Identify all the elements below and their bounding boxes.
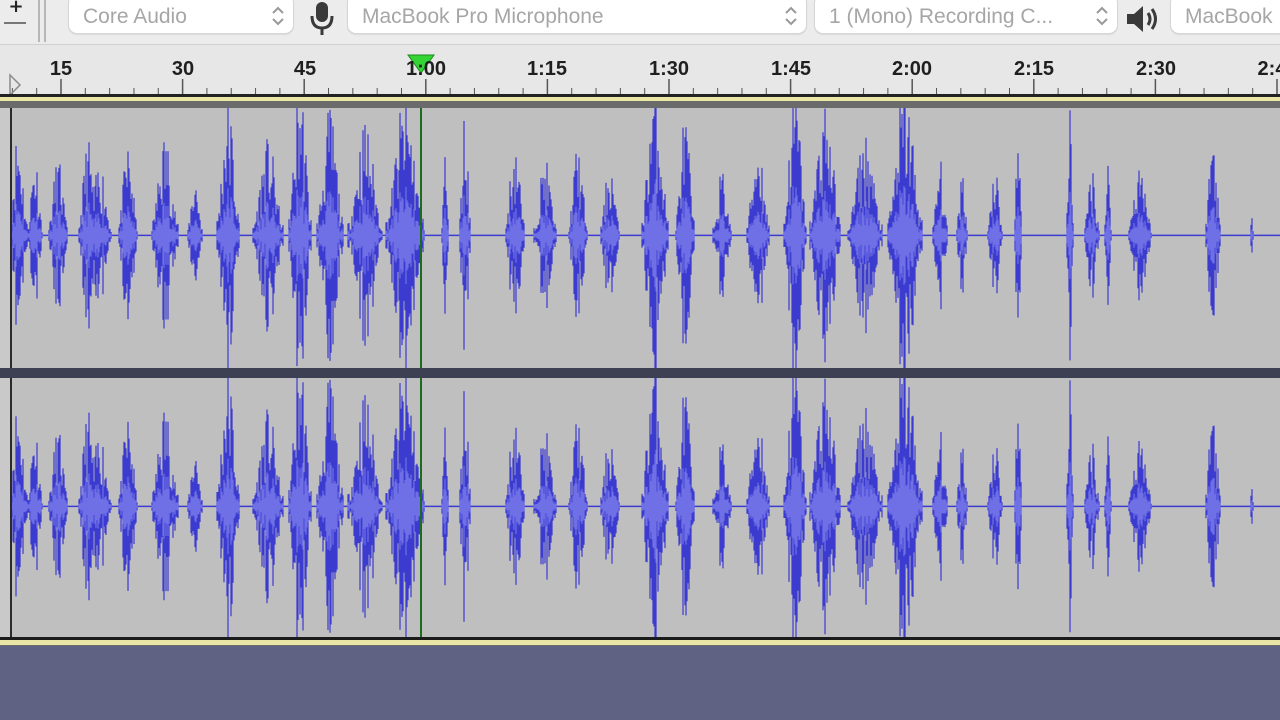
ruler-label: 30 [171, 58, 195, 80]
scroll-left-icon [9, 73, 22, 97]
ruler-label: 1:45 [770, 58, 812, 80]
ruler-label: 1:30 [648, 58, 690, 80]
track-left-edge [0, 108, 12, 368]
timeline-ruler[interactable]: 15 30 45 1:00 1:15 1:30 1:45 2:00 2:15 2… [0, 44, 1280, 99]
playback-device-value: MacBook [1185, 5, 1273, 28]
device-toolbar: + Core Audio MacBook Pro Microphone 1 (M… [0, 0, 1280, 44]
channel-divider [0, 368, 1280, 378]
waveform-right [0, 378, 1280, 640]
toolbar-grip[interactable] [38, 0, 40, 42]
ruler-label: 1:15 [526, 58, 568, 80]
plus-icon[interactable]: + [8, 0, 24, 16]
recording-device-value: MacBook Pro Microphone [362, 5, 604, 28]
ruler-label: 2:00 [891, 58, 933, 80]
playback-device-dropdown[interactable]: MacBook [1170, 0, 1280, 34]
speaker-icon [1127, 6, 1157, 32]
toolbar-underline [4, 22, 26, 24]
toolbar-grip-line [44, 0, 46, 42]
ruler-label: 2:4 [1257, 58, 1280, 80]
ruler-label: 2:30 [1135, 58, 1177, 80]
audio-host-dropdown[interactable]: Core Audio [68, 0, 294, 34]
waveform-left [0, 108, 1280, 368]
ruler-label: 15 [49, 58, 73, 80]
recording-device-dropdown[interactable]: MacBook Pro Microphone [347, 0, 807, 34]
selection-border-bottom [0, 640, 1280, 645]
updown-chevron-icon [1096, 6, 1108, 26]
ruler-label: 1:00 [405, 58, 447, 80]
playhead-line [420, 108, 422, 368]
recording-channels-value: 1 (Mono) Recording C... [829, 5, 1054, 28]
audio-track[interactable] [0, 101, 1280, 646]
ruler-label: 45 [293, 58, 317, 80]
track-left-edge [0, 378, 12, 640]
ruler-label: 2:15 [1013, 58, 1055, 80]
updown-chevron-icon [785, 6, 797, 26]
microphone-icon [310, 2, 334, 35]
recording-channels-dropdown[interactable]: 1 (Mono) Recording C... [814, 0, 1118, 34]
playhead-line [420, 378, 422, 640]
waveform-channel-right[interactable] [0, 378, 1280, 640]
audio-host-value: Core Audio [83, 5, 187, 28]
waveform-channel-left[interactable] [0, 108, 1280, 368]
updown-chevron-icon [272, 6, 284, 26]
